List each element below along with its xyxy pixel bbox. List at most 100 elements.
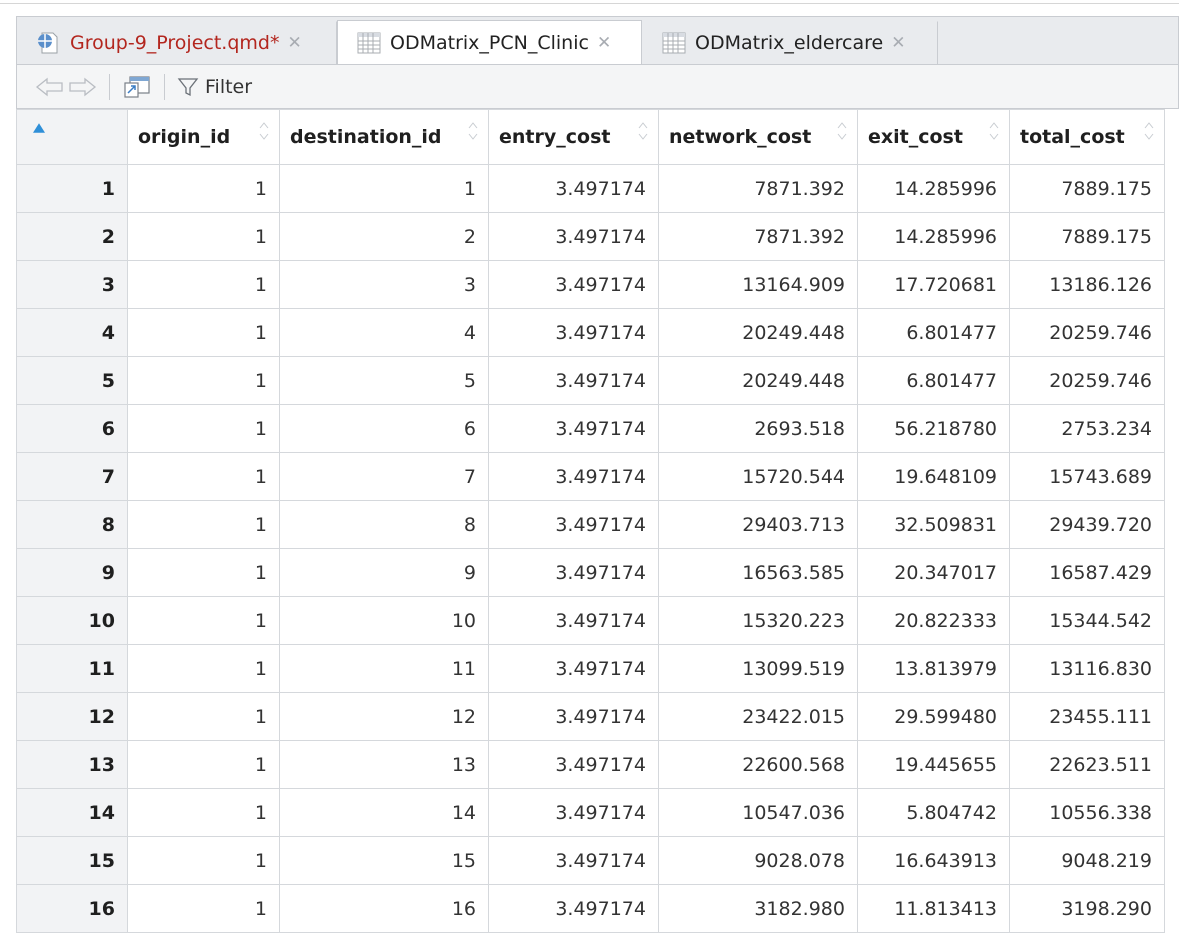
cell-network-cost[interactable]: 10547.036 bbox=[658, 788, 858, 837]
cell-exit-cost[interactable]: 6.801477 bbox=[857, 356, 1010, 405]
cell-total-cost[interactable]: 10556.338 bbox=[1009, 788, 1165, 837]
cell-destination-id[interactable]: 16 bbox=[279, 884, 489, 933]
cell-origin-id[interactable]: 1 bbox=[127, 692, 280, 741]
cell-destination-id[interactable]: 2 bbox=[279, 212, 489, 261]
cell-network-cost[interactable]: 2693.518 bbox=[658, 404, 858, 453]
cell-total-cost[interactable]: 7889.175 bbox=[1009, 164, 1165, 213]
cell-origin-id[interactable]: 1 bbox=[127, 404, 280, 453]
cell-total-cost[interactable]: 13186.126 bbox=[1009, 260, 1165, 309]
column-header-network-cost[interactable]: network_cost bbox=[658, 109, 858, 165]
forward-button[interactable] bbox=[67, 65, 97, 108]
cell-entry-cost[interactable]: 3.497174 bbox=[488, 740, 659, 789]
cell-exit-cost[interactable]: 14.285996 bbox=[857, 164, 1010, 213]
cell-network-cost[interactable]: 7871.392 bbox=[658, 164, 858, 213]
cell-network-cost[interactable]: 16563.585 bbox=[658, 548, 858, 597]
cell-destination-id[interactable]: 5 bbox=[279, 356, 489, 405]
cell-exit-cost[interactable]: 17.720681 bbox=[857, 260, 1010, 309]
cell-exit-cost[interactable]: 20.347017 bbox=[857, 548, 1010, 597]
column-header-origin-id[interactable]: origin_id bbox=[127, 109, 280, 165]
cell-network-cost[interactable]: 15720.544 bbox=[658, 452, 858, 501]
cell-total-cost[interactable]: 23455.111 bbox=[1009, 692, 1165, 741]
cell-origin-id[interactable]: 1 bbox=[127, 212, 280, 261]
cell-network-cost[interactable]: 13164.909 bbox=[658, 260, 858, 309]
cell-destination-id[interactable]: 6 bbox=[279, 404, 489, 453]
cell-destination-id[interactable]: 15 bbox=[279, 836, 489, 885]
cell-entry-cost[interactable]: 3.497174 bbox=[488, 788, 659, 837]
cell-origin-id[interactable]: 1 bbox=[127, 452, 280, 501]
cell-entry-cost[interactable]: 3.497174 bbox=[488, 308, 659, 357]
cell-network-cost[interactable]: 13099.519 bbox=[658, 644, 858, 693]
cell-total-cost[interactable]: 20259.746 bbox=[1009, 356, 1165, 405]
tab-group-9-project[interactable]: Group-9_Project.qmd* ✕ bbox=[17, 21, 337, 65]
cell-exit-cost[interactable]: 29.599480 bbox=[857, 692, 1010, 741]
cell-destination-id[interactable]: 7 bbox=[279, 452, 489, 501]
cell-network-cost[interactable]: 20249.448 bbox=[658, 356, 858, 405]
close-tab-icon[interactable]: ✕ bbox=[287, 33, 301, 53]
cell-destination-id[interactable]: 3 bbox=[279, 260, 489, 309]
row-number-header[interactable] bbox=[16, 109, 128, 165]
cell-network-cost[interactable]: 7871.392 bbox=[658, 212, 858, 261]
cell-origin-id[interactable]: 1 bbox=[127, 788, 280, 837]
cell-total-cost[interactable]: 15743.689 bbox=[1009, 452, 1165, 501]
cell-exit-cost[interactable]: 56.218780 bbox=[857, 404, 1010, 453]
cell-entry-cost[interactable]: 3.497174 bbox=[488, 596, 659, 645]
cell-exit-cost[interactable]: 5.804742 bbox=[857, 788, 1010, 837]
cell-origin-id[interactable]: 1 bbox=[127, 500, 280, 549]
cell-exit-cost[interactable]: 19.648109 bbox=[857, 452, 1010, 501]
tab-odmatrix-pcn-clinic[interactable]: ODMatrix_PCN_Clinic ✕ bbox=[337, 20, 642, 66]
cell-exit-cost[interactable]: 13.813979 bbox=[857, 644, 1010, 693]
cell-entry-cost[interactable]: 3.497174 bbox=[488, 548, 659, 597]
cell-entry-cost[interactable]: 3.497174 bbox=[488, 884, 659, 933]
cell-network-cost[interactable]: 3182.980 bbox=[658, 884, 858, 933]
close-tab-icon[interactable]: ✕ bbox=[891, 33, 905, 53]
cell-total-cost[interactable]: 22623.511 bbox=[1009, 740, 1165, 789]
cell-network-cost[interactable]: 15320.223 bbox=[658, 596, 858, 645]
cell-total-cost[interactable]: 9048.219 bbox=[1009, 836, 1165, 885]
column-header-destination-id[interactable]: destination_id bbox=[279, 109, 489, 165]
cell-total-cost[interactable]: 16587.429 bbox=[1009, 548, 1165, 597]
cell-entry-cost[interactable]: 3.497174 bbox=[488, 644, 659, 693]
cell-total-cost[interactable]: 20259.746 bbox=[1009, 308, 1165, 357]
column-header-entry-cost[interactable]: entry_cost bbox=[488, 109, 659, 165]
cell-origin-id[interactable]: 1 bbox=[127, 548, 280, 597]
show-in-new-window-button[interactable] bbox=[122, 65, 152, 108]
cell-origin-id[interactable]: 1 bbox=[127, 740, 280, 789]
filter-button[interactable]: Filter bbox=[177, 65, 252, 108]
cell-destination-id[interactable]: 13 bbox=[279, 740, 489, 789]
cell-exit-cost[interactable]: 20.822333 bbox=[857, 596, 1010, 645]
back-button[interactable] bbox=[35, 65, 65, 108]
cell-total-cost[interactable]: 15344.542 bbox=[1009, 596, 1165, 645]
cell-entry-cost[interactable]: 3.497174 bbox=[488, 212, 659, 261]
cell-origin-id[interactable]: 1 bbox=[127, 596, 280, 645]
cell-entry-cost[interactable]: 3.497174 bbox=[488, 356, 659, 405]
cell-destination-id[interactable]: 8 bbox=[279, 500, 489, 549]
cell-destination-id[interactable]: 4 bbox=[279, 308, 489, 357]
column-header-total-cost[interactable]: total_cost bbox=[1009, 109, 1165, 165]
cell-exit-cost[interactable]: 6.801477 bbox=[857, 308, 1010, 357]
cell-origin-id[interactable]: 1 bbox=[127, 884, 280, 933]
cell-destination-id[interactable]: 10 bbox=[279, 596, 489, 645]
cell-network-cost[interactable]: 22600.568 bbox=[658, 740, 858, 789]
cell-total-cost[interactable]: 3198.290 bbox=[1009, 884, 1165, 933]
cell-total-cost[interactable]: 7889.175 bbox=[1009, 212, 1165, 261]
cell-origin-id[interactable]: 1 bbox=[127, 356, 280, 405]
cell-total-cost[interactable]: 13116.830 bbox=[1009, 644, 1165, 693]
column-header-exit-cost[interactable]: exit_cost bbox=[857, 109, 1010, 165]
close-tab-icon[interactable]: ✕ bbox=[597, 33, 611, 53]
cell-destination-id[interactable]: 1 bbox=[279, 164, 489, 213]
cell-exit-cost[interactable]: 32.509831 bbox=[857, 500, 1010, 549]
cell-origin-id[interactable]: 1 bbox=[127, 164, 280, 213]
cell-entry-cost[interactable]: 3.497174 bbox=[488, 692, 659, 741]
cell-origin-id[interactable]: 1 bbox=[127, 260, 280, 309]
cell-exit-cost[interactable]: 16.643913 bbox=[857, 836, 1010, 885]
cell-origin-id[interactable]: 1 bbox=[127, 836, 280, 885]
cell-origin-id[interactable]: 1 bbox=[127, 644, 280, 693]
cell-origin-id[interactable]: 1 bbox=[127, 308, 280, 357]
cell-network-cost[interactable]: 20249.448 bbox=[658, 308, 858, 357]
cell-entry-cost[interactable]: 3.497174 bbox=[488, 452, 659, 501]
cell-destination-id[interactable]: 14 bbox=[279, 788, 489, 837]
cell-destination-id[interactable]: 12 bbox=[279, 692, 489, 741]
cell-network-cost[interactable]: 9028.078 bbox=[658, 836, 858, 885]
cell-exit-cost[interactable]: 11.813413 bbox=[857, 884, 1010, 933]
cell-total-cost[interactable]: 29439.720 bbox=[1009, 500, 1165, 549]
